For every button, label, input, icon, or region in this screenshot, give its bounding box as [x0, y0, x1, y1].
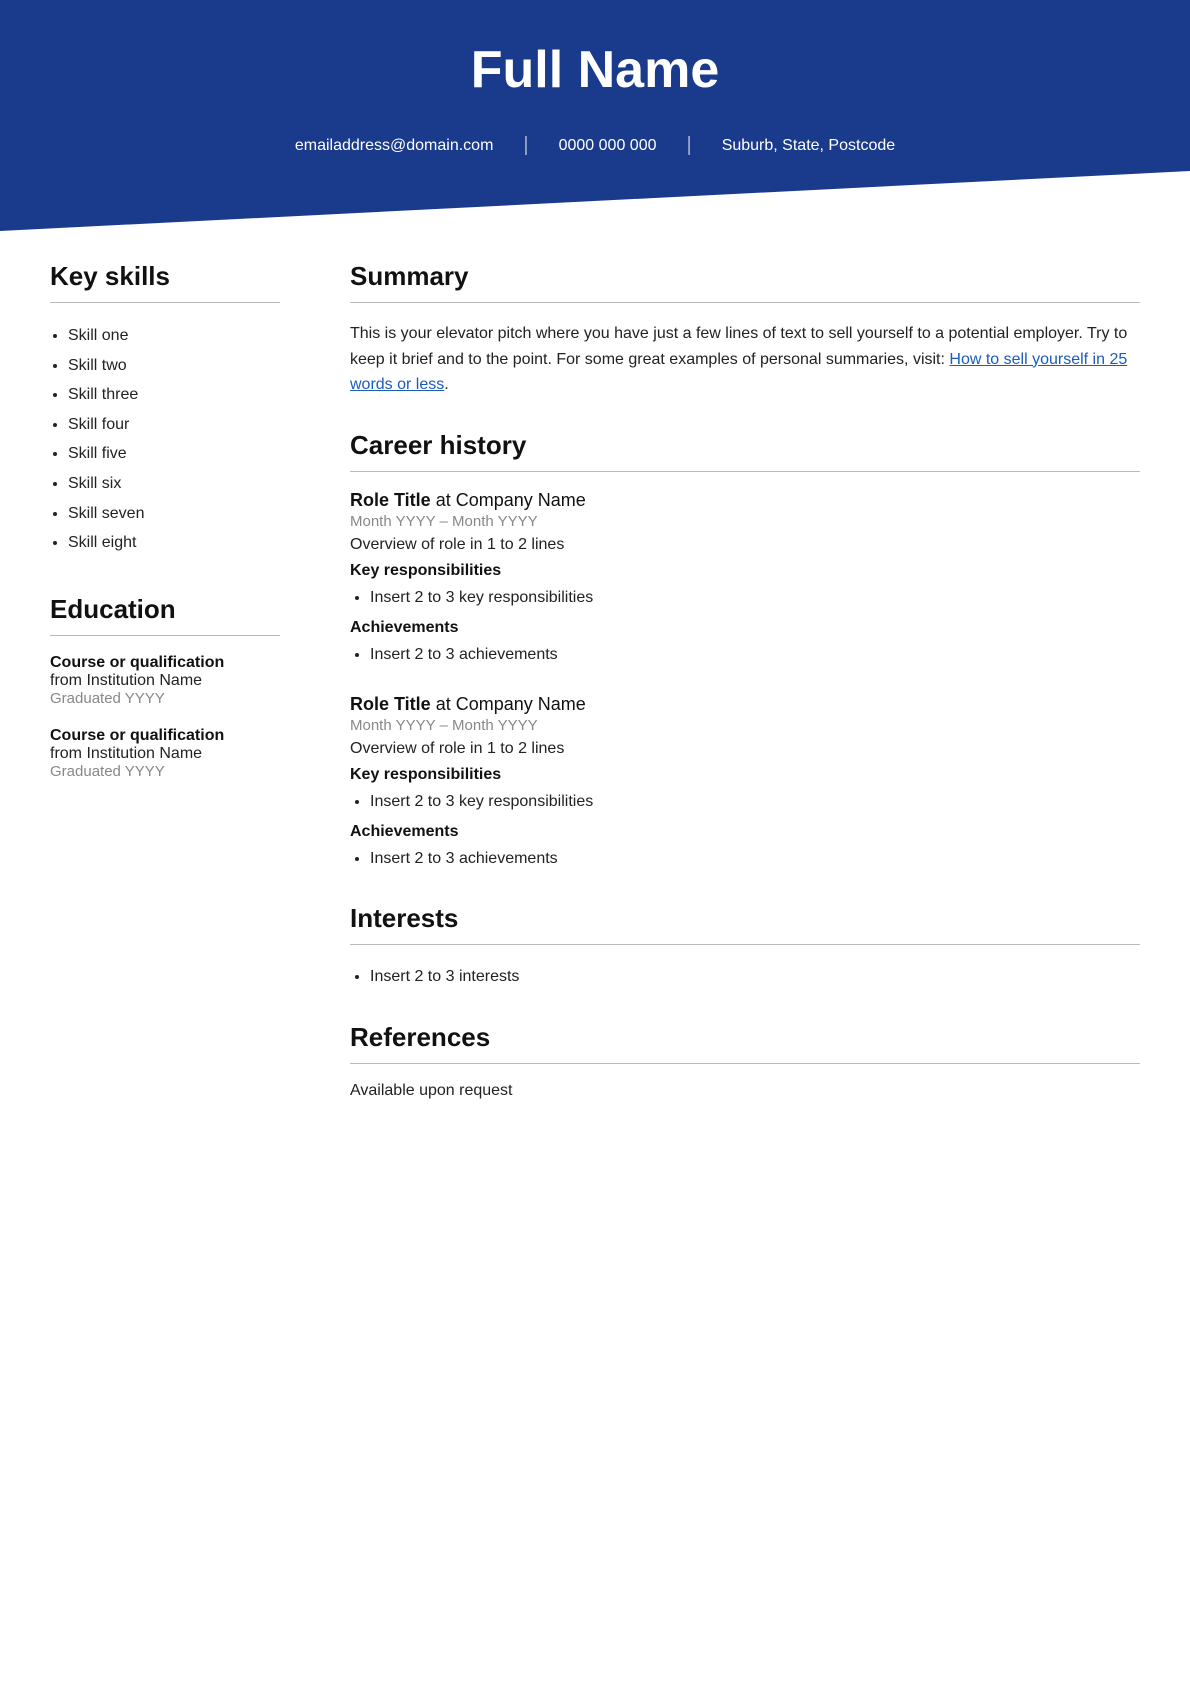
summary-text: This is your elevator pitch where you ha…	[350, 321, 1140, 398]
job-responsibility-1-1: Insert 2 to 3 key responsibilities	[370, 584, 1140, 611]
interests-list: Insert 2 to 3 interests	[350, 963, 1140, 990]
job-company-2: Company Name	[456, 694, 586, 714]
summary-divider	[350, 302, 1140, 303]
job-title-line-1: Role Title at Company Name	[350, 490, 1140, 511]
job-entry-1: Role Title at Company Name Month YYYY – …	[350, 490, 1140, 668]
job-at-text-2: at	[431, 694, 456, 714]
skill-item-6: Skill six	[68, 469, 280, 499]
separator-2: |	[686, 134, 691, 157]
interests-section: Interests Insert 2 to 3 interests	[350, 903, 1140, 990]
job-responsibilities-heading-1: Key responsibilities	[350, 562, 1140, 580]
skill-item-5: Skill five	[68, 439, 280, 469]
skill-item-4: Skill four	[68, 410, 280, 440]
job-achievement-1-1: Insert 2 to 3 achievements	[370, 641, 1140, 668]
job-dates-2: Month YYYY – Month YYYY	[350, 717, 1140, 734]
job-responsibilities-list-1: Insert 2 to 3 key responsibilities	[350, 584, 1140, 611]
edu-graduated-2: Graduated YYYY	[50, 763, 280, 780]
full-name: Full Name	[60, 40, 1130, 120]
key-skills-section: Key skills Skill one Skill two Skill thr…	[50, 261, 280, 558]
phone: 0000 000 000	[559, 137, 657, 155]
skill-item-1: Skill one	[68, 321, 280, 351]
references-divider	[350, 1063, 1140, 1064]
header: Full Name emailaddress@domain.com | 0000…	[0, 0, 1190, 171]
location: Suburb, State, Postcode	[722, 137, 895, 155]
job-at-text-1: at	[431, 490, 456, 510]
job-entry-2: Role Title at Company Name Month YYYY – …	[350, 694, 1140, 872]
skills-list: Skill one Skill two Skill three Skill fo…	[50, 321, 280, 558]
job-dates-1: Month YYYY – Month YYYY	[350, 513, 1140, 530]
job-achievement-2-1: Insert 2 to 3 achievements	[370, 845, 1140, 872]
interests-divider	[350, 944, 1140, 945]
references-section: References Available upon request	[350, 1022, 1140, 1100]
skill-item-3: Skill three	[68, 380, 280, 410]
education-divider	[50, 635, 280, 636]
summary-section: Summary This is your elevator pitch wher…	[350, 261, 1140, 398]
job-achievements-list-1: Insert 2 to 3 achievements	[350, 641, 1140, 668]
edu-institution-2: from Institution Name	[50, 745, 280, 763]
job-role-title-2: Role Title	[350, 694, 431, 714]
resume-page: Full Name emailaddress@domain.com | 0000…	[0, 0, 1190, 1684]
separator-1: |	[523, 134, 528, 157]
edu-institution-1: from Institution Name	[50, 672, 280, 690]
interests-heading: Interests	[350, 903, 1140, 934]
career-history-heading: Career history	[350, 430, 1140, 461]
key-skills-divider	[50, 302, 280, 303]
edu-entry-1: Course or qualification from Institution…	[50, 654, 280, 707]
job-title-line-2: Role Title at Company Name	[350, 694, 1140, 715]
education-heading: Education	[50, 594, 280, 625]
skill-item-7: Skill seven	[68, 499, 280, 529]
key-skills-heading: Key skills	[50, 261, 280, 292]
job-responsibilities-list-2: Insert 2 to 3 key responsibilities	[350, 788, 1140, 815]
job-company-1: Company Name	[456, 490, 586, 510]
job-role-title-1: Role Title	[350, 490, 431, 510]
career-history-section: Career history Role Title at Company Nam…	[350, 430, 1140, 873]
career-history-divider	[350, 471, 1140, 472]
job-achievements-heading-1: Achievements	[350, 619, 1140, 637]
education-section: Education Course or qualification from I…	[50, 594, 280, 780]
left-column: Key skills Skill one Skill two Skill thr…	[0, 251, 310, 1150]
references-text: Available upon request	[350, 1082, 1140, 1100]
skill-item-8: Skill eight	[68, 528, 280, 558]
edu-entry-2: Course or qualification from Institution…	[50, 727, 280, 780]
contact-bar: emailaddress@domain.com | 0000 000 000 |…	[60, 120, 1130, 171]
interest-item-1: Insert 2 to 3 interests	[370, 963, 1140, 990]
job-overview-1: Overview of role in 1 to 2 lines	[350, 536, 1140, 554]
summary-heading: Summary	[350, 261, 1140, 292]
skill-item-2: Skill two	[68, 351, 280, 381]
edu-graduated-1: Graduated YYYY	[50, 690, 280, 707]
summary-link-end: .	[444, 376, 448, 393]
job-responsibility-2-1: Insert 2 to 3 key responsibilities	[370, 788, 1140, 815]
job-responsibilities-heading-2: Key responsibilities	[350, 766, 1140, 784]
job-overview-2: Overview of role in 1 to 2 lines	[350, 740, 1140, 758]
email: emailaddress@domain.com	[295, 137, 494, 155]
references-heading: References	[350, 1022, 1140, 1053]
edu-course-2: Course or qualification	[50, 727, 280, 745]
job-achievements-heading-2: Achievements	[350, 823, 1140, 841]
body: Key skills Skill one Skill two Skill thr…	[0, 231, 1190, 1190]
job-achievements-list-2: Insert 2 to 3 achievements	[350, 845, 1140, 872]
header-diagonal	[0, 171, 1190, 231]
right-column: Summary This is your elevator pitch wher…	[310, 251, 1190, 1150]
edu-course-1: Course or qualification	[50, 654, 280, 672]
